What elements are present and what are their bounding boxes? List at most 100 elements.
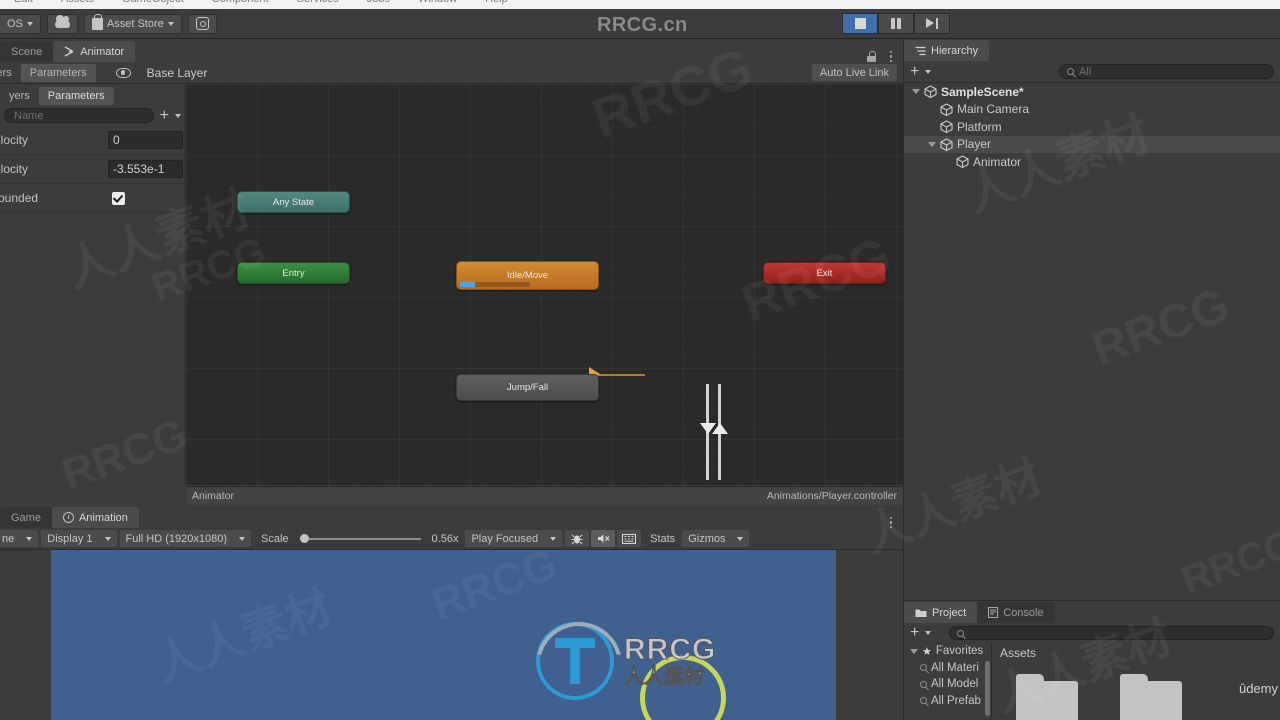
favorites-label: Favorites — [935, 645, 984, 658]
gizmos-dropdown[interactable]: Gizmos — [682, 530, 750, 547]
menu-item-edit[interactable]: Edit — [14, 0, 33, 5]
tab-animator[interactable]: Animator — [53, 41, 136, 62]
tab-parameters[interactable]: Parameters — [20, 63, 96, 82]
bug-icon[interactable] — [565, 530, 590, 547]
tab-project[interactable]: Project — [904, 602, 978, 623]
favorite-item[interactable]: All Model — [904, 676, 991, 693]
tab-console[interactable]: Console — [977, 602, 1055, 623]
stats-button[interactable]: Stats — [643, 533, 682, 545]
tab-animation[interactable]: Animation — [51, 507, 139, 528]
favorite-item[interactable]: All Materi — [904, 660, 991, 677]
eye-icon[interactable] — [115, 67, 131, 78]
play-button[interactable] — [842, 13, 878, 34]
animator-state-label: Entry — [282, 267, 305, 279]
more-options-icon[interactable] — [885, 516, 897, 528]
lock-icon[interactable] — [867, 51, 877, 62]
menu-item-gameobject[interactable]: GameObject — [122, 0, 184, 5]
slider-knob[interactable] — [299, 534, 309, 543]
parameter-name: rounded — [0, 191, 39, 205]
hierarchy-item-platform[interactable]: Platform — [904, 118, 1280, 136]
collab-cloud-button[interactable] — [46, 13, 78, 34]
animator-state-node[interactable]: Exit — [763, 262, 886, 284]
chevron-down-icon — [104, 536, 111, 541]
add-gameobject-icon[interactable]: + — [910, 63, 919, 79]
chevron-down-icon[interactable] — [925, 69, 932, 74]
step-button[interactable] — [914, 13, 950, 34]
parameter-value-input[interactable]: 0 — [108, 131, 183, 149]
menu-item-assets[interactable]: Assets — [61, 0, 94, 5]
asset-store-label: Asset Store — [106, 17, 164, 30]
param-tab-layers[interactable]: yers — [0, 87, 39, 105]
services-settings-button[interactable] — [187, 13, 217, 34]
platform-dropdown[interactable]: OS — [0, 13, 41, 34]
create-asset-icon[interactable]: + — [910, 625, 919, 641]
favorites-root[interactable]: ★ Favorites — [904, 643, 991, 660]
stats-panel-icon[interactable] — [617, 530, 642, 547]
mute-audio-icon[interactable] — [591, 530, 616, 547]
parameter-checkbox[interactable] — [112, 191, 125, 205]
project-scrollbar[interactable] — [985, 661, 990, 716]
menu-item-component[interactable]: Component — [212, 0, 269, 5]
parameter-value-input[interactable]: -3.553e-1 — [108, 160, 183, 178]
asset-folder-item[interactable] — [1016, 674, 1078, 720]
menu-item-help[interactable]: Help — [485, 0, 508, 5]
slider-track[interactable] — [308, 537, 421, 540]
chevron-down-icon — [737, 536, 744, 541]
parameter-search-input[interactable]: Name — [4, 108, 154, 123]
project-toolbar: + — [904, 623, 1280, 643]
menu-item-window[interactable]: Window — [418, 0, 457, 5]
chevron-down-icon[interactable] — [928, 141, 936, 147]
parameter-row[interactable]: elocity 0 — [0, 126, 185, 155]
menu-item-jobs[interactable]: Jobs — [367, 0, 390, 5]
play-mode-dropdown[interactable]: Play Focused — [465, 530, 563, 547]
hierarchy-search-placeholder: All — [1079, 65, 1092, 78]
hierarchy-item-player[interactable]: Player — [904, 135, 1280, 153]
animator-graph-canvas[interactable]: Any State Entry Idle/Move Exit Jump/Fall — [186, 84, 903, 485]
animator-state-node[interactable]: Entry — [237, 262, 350, 284]
animator-state-label: Idle/Move — [506, 270, 549, 281]
parameter-row[interactable]: rounded — [0, 184, 185, 213]
hierarchy-item-samplescene[interactable]: SampleScene* — [904, 83, 1280, 101]
hierarchy-tabbar: Hierarchy — [904, 39, 1280, 61]
chevron-down-icon[interactable] — [175, 113, 181, 118]
hierarchy-item-animator[interactable]: Animator — [904, 153, 1280, 171]
animator-state-node[interactable]: Idle/Move — [456, 261, 599, 290]
tab-hierarchy[interactable]: Hierarchy — [904, 40, 990, 61]
add-parameter-icon[interactable]: + — [160, 107, 169, 123]
pause-button[interactable] — [878, 13, 914, 34]
scale-slider[interactable] — [299, 534, 421, 543]
cloud-icon — [54, 15, 70, 28]
param-tab-parameters[interactable]: Parameters — [38, 87, 114, 105]
console-icon — [988, 607, 999, 618]
auto-live-link-button[interactable]: Auto Live Link — [811, 64, 897, 81]
animator-state-node[interactable]: Jump/Fall — [456, 374, 599, 401]
resolution-dropdown[interactable]: Full HD (1920x1080) — [119, 530, 251, 547]
unity-scene-icon — [924, 85, 937, 99]
pause-icon — [890, 18, 902, 29]
animator-state-label: Exit — [816, 267, 833, 279]
breadcrumb[interactable]: Base Layer — [147, 66, 208, 80]
asset-store-button[interactable]: Asset Store — [83, 13, 182, 34]
display-label: Display 1 — [47, 532, 93, 545]
tab-scene[interactable]: Scene — [0, 41, 54, 62]
more-options-icon[interactable] — [885, 50, 897, 62]
gameobject-icon — [956, 155, 969, 169]
parameter-row[interactable]: elocity -3.553e-1 — [0, 155, 185, 184]
play-icon — [854, 18, 866, 29]
status-right-label: Animations/Player.controller — [766, 490, 897, 502]
chevron-down-icon[interactable] — [925, 631, 932, 635]
hierarchy-item-label: Platform — [957, 119, 1002, 134]
hierarchy-search-input[interactable]: All — [1059, 64, 1274, 79]
asset-folder-item[interactable] — [1120, 674, 1182, 720]
menu-item-services[interactable]: Services — [297, 0, 339, 5]
favorite-item[interactable]: All Prefab — [904, 693, 991, 710]
aspect-ratio-dropdown[interactable]: ne — [0, 530, 39, 547]
hierarchy-item-maincamera[interactable]: Main Camera — [904, 101, 1280, 119]
project-search-input[interactable] — [949, 626, 1274, 640]
animator-state-node[interactable]: Any State — [237, 191, 350, 213]
display-dropdown[interactable]: Display 1 — [41, 530, 117, 547]
tab-layers[interactable]: yers — [0, 63, 21, 82]
chevron-down-icon[interactable] — [912, 89, 920, 95]
tab-game[interactable]: Game — [0, 507, 52, 528]
rrcg-watermark-subtitle: 人人素材 — [623, 666, 704, 688]
